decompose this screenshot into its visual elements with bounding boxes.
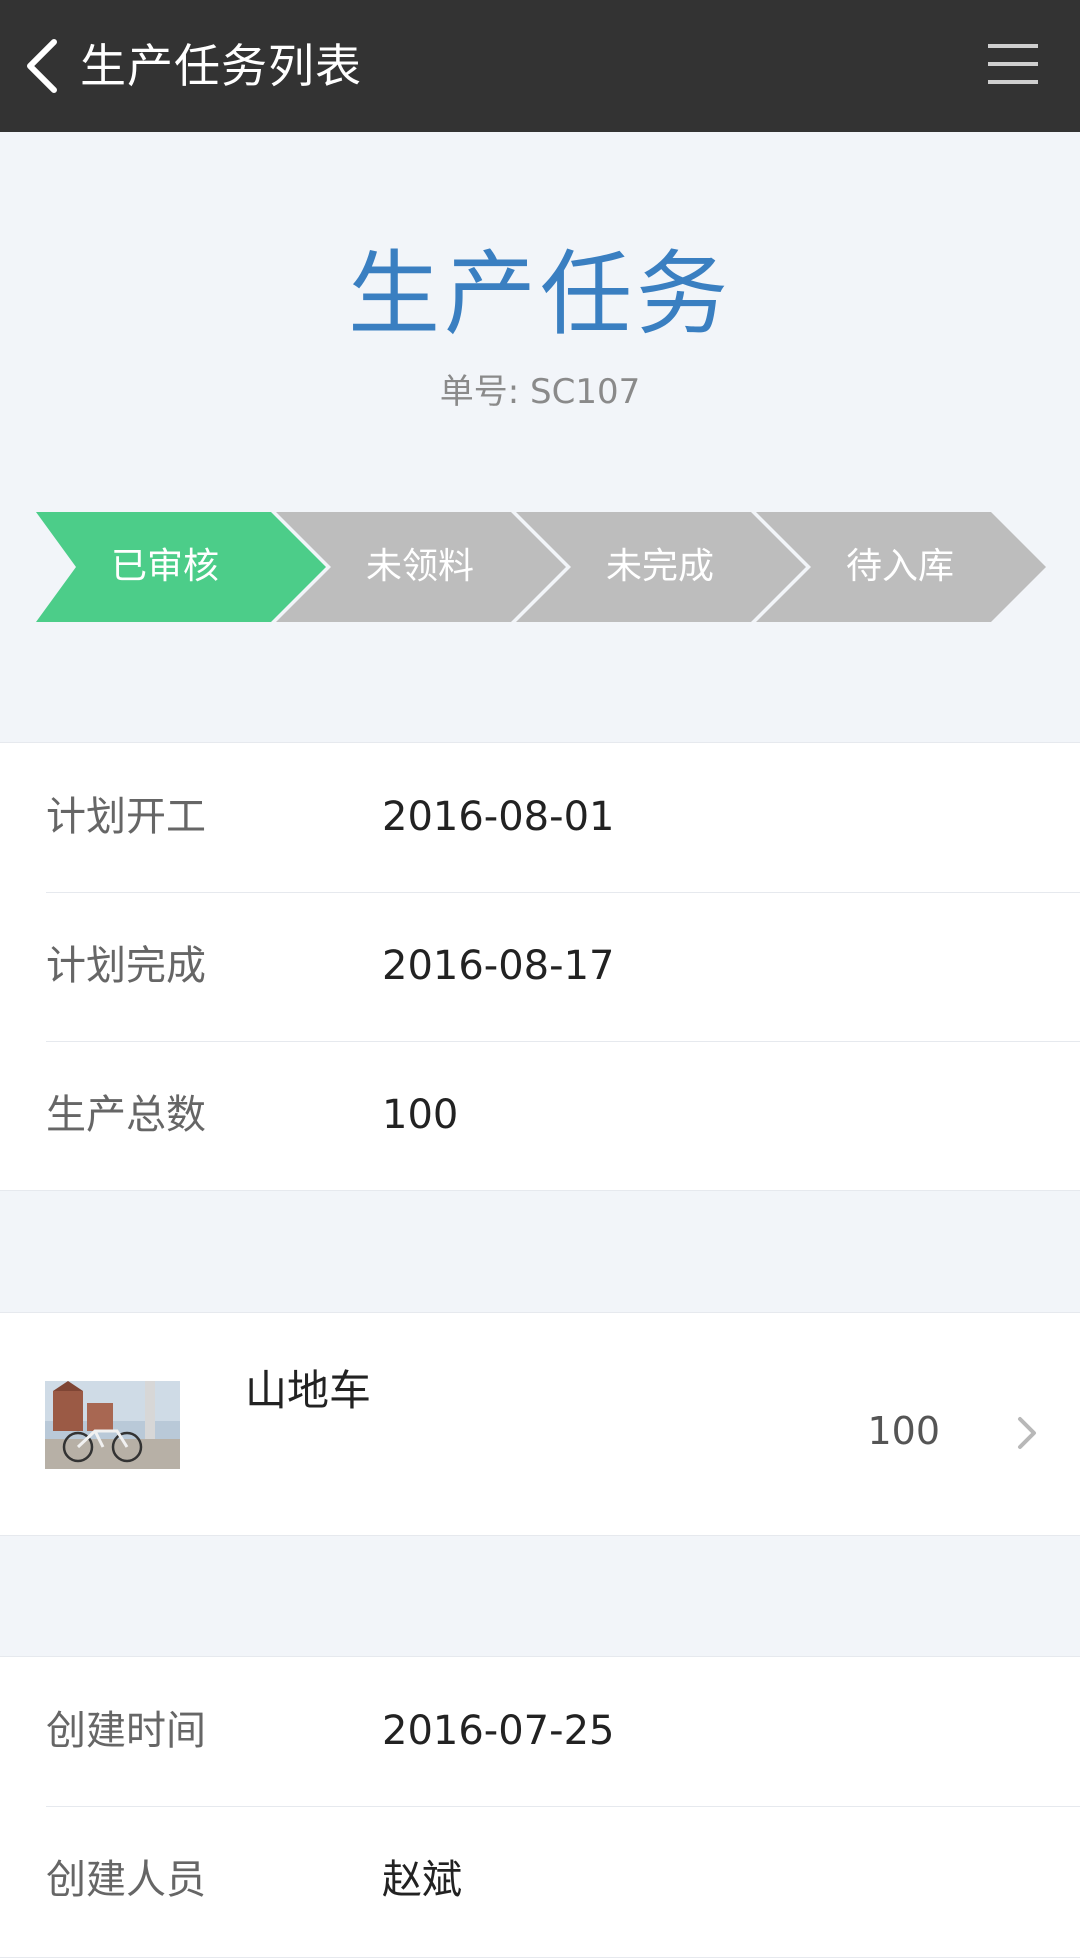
step-label-approved: 已审核 — [110, 546, 219, 587]
top-bar: 生产任务列表 — [0, 0, 1080, 132]
product-item[interactable]: 山地车 100 — [0, 1312, 1080, 1536]
product-name: 山地车 — [245, 1366, 372, 1415]
plan-section: 计划开工 2016-08-01 计划完成 2016-08-17 生产总数 100 — [0, 742, 1080, 1191]
created-by-row: 创建人员 赵斌 — [0, 1806, 1080, 1955]
created-time-row: 创建时间 2016-07-25 — [0, 1657, 1080, 1806]
plan-finish-value: 2016-08-17 — [382, 943, 615, 989]
plan-finish-row: 计划完成 2016-08-17 — [0, 892, 1080, 1041]
plan-start-row: 计划开工 2016-08-01 — [0, 743, 1080, 892]
plan-total-value: 100 — [382, 1092, 459, 1138]
task-title: 生产任务 — [347, 241, 732, 348]
created-by-value: 赵斌 — [382, 1857, 462, 1903]
created-by-label: 创建人员 — [46, 1857, 206, 1903]
meta-section: 创建时间 2016-07-25 创建人员 赵斌 — [0, 1656, 1080, 1958]
page-title: 生产任务列表 — [80, 39, 362, 93]
plan-start-value: 2016-08-01 — [382, 794, 615, 840]
hamburger-menu-icon[interactable] — [988, 40, 1038, 88]
plan-finish-label: 计划完成 — [46, 943, 206, 989]
bicycle-photo — [45, 1381, 180, 1469]
step-label-warehouse: 待入库 — [845, 546, 954, 587]
step-label-complete: 未完成 — [605, 546, 714, 587]
chevron-left-icon[interactable] — [22, 38, 62, 94]
product-quantity: 100 — [867, 1409, 940, 1453]
chevron-right-icon[interactable] — [1016, 1415, 1040, 1451]
step-label-material: 未领料 — [365, 546, 474, 587]
order-number: 单号: SC107 — [439, 372, 641, 412]
plan-total-label: 生产总数 — [46, 1092, 206, 1138]
created-time-label: 创建时间 — [46, 1708, 206, 1754]
created-time-value: 2016-07-25 — [382, 1708, 615, 1754]
plan-total-row: 生产总数 100 — [0, 1041, 1080, 1190]
plan-start-label: 计划开工 — [46, 794, 206, 840]
